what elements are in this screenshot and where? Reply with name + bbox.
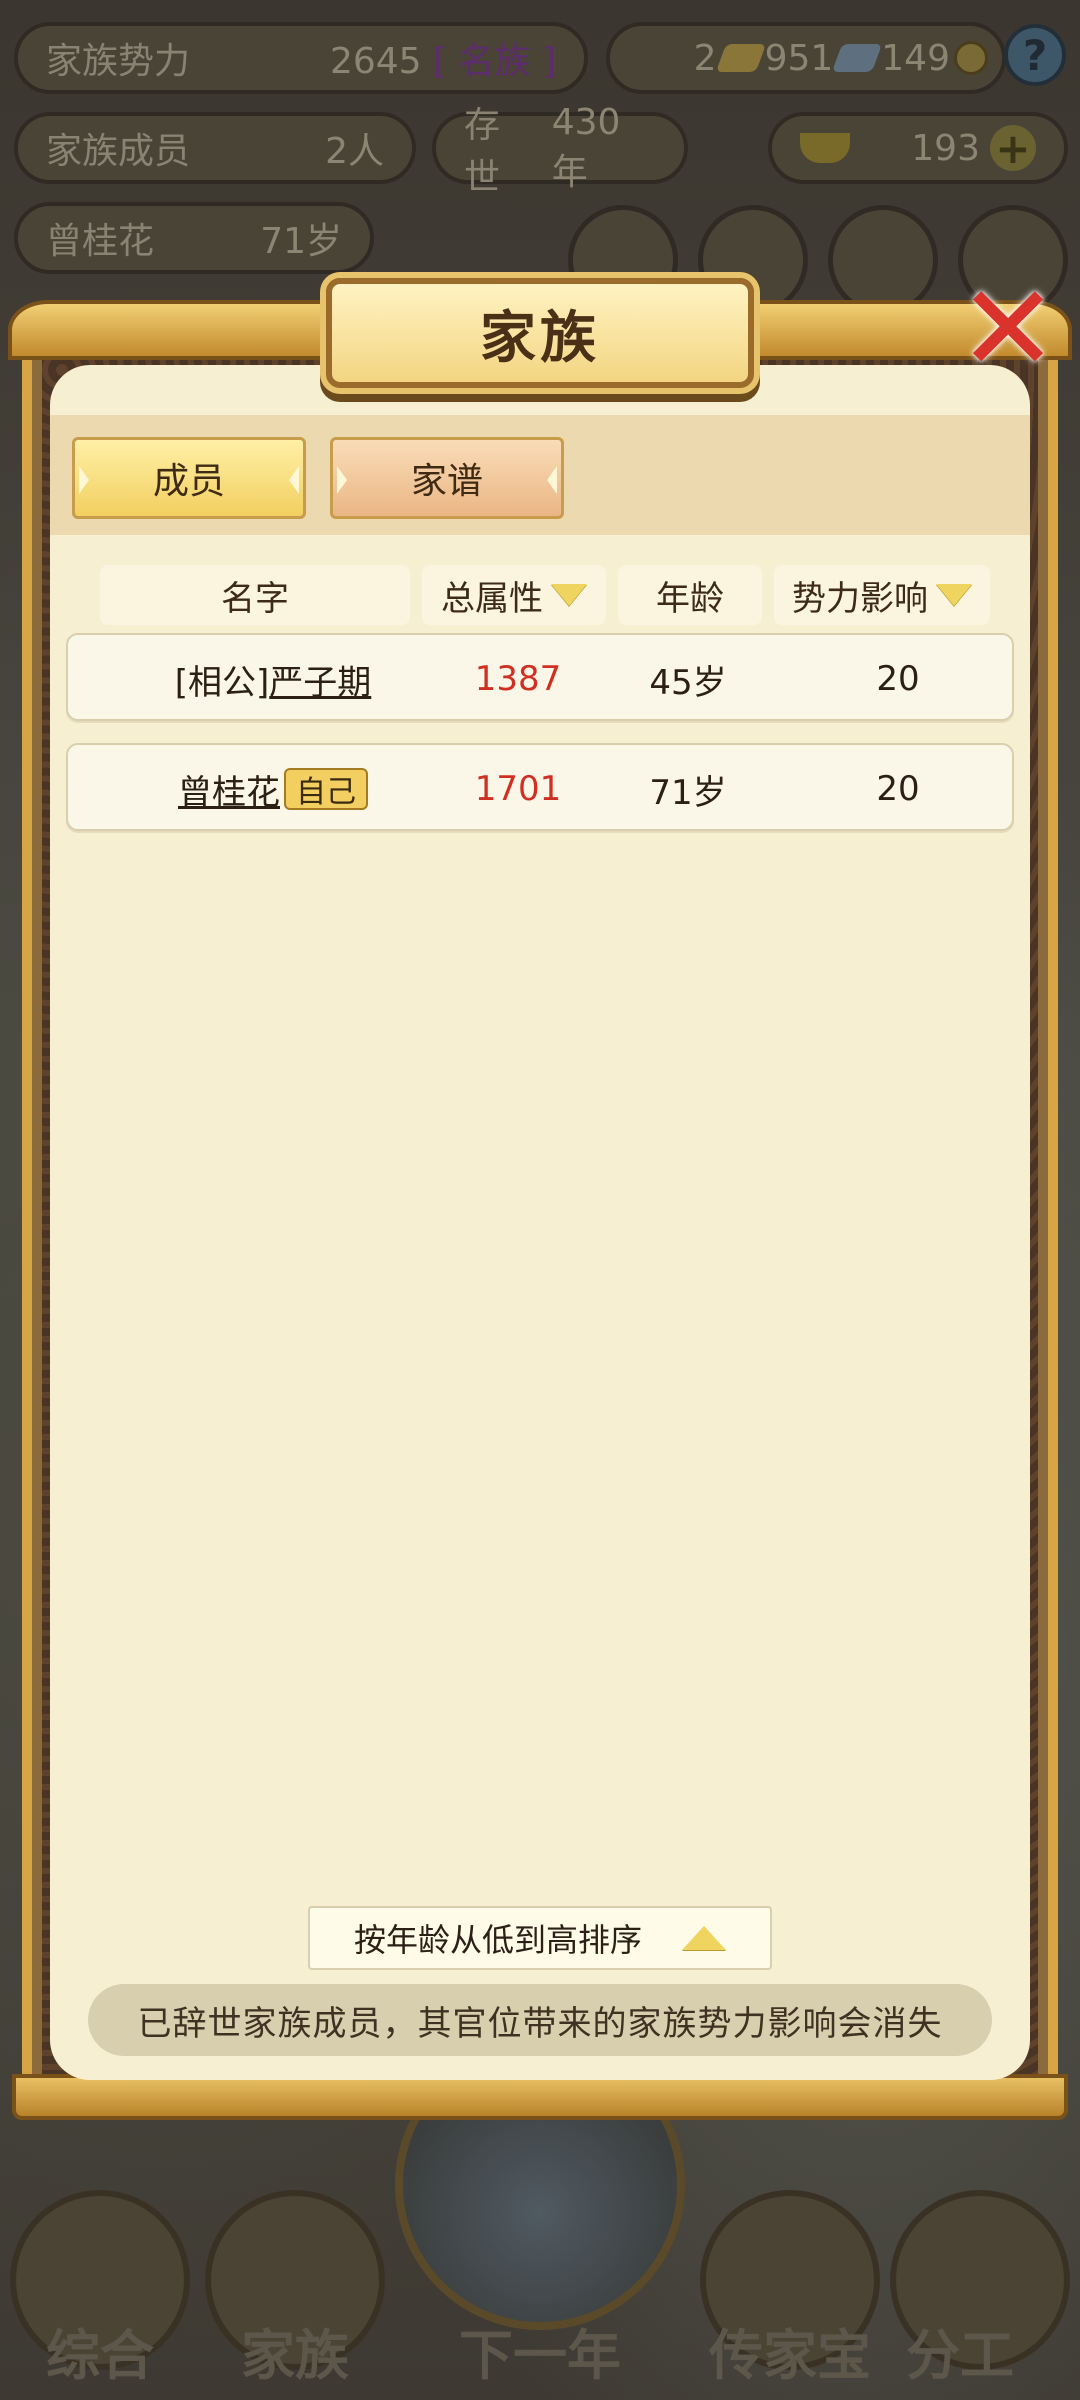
silver-count: 951 xyxy=(764,37,834,79)
member-influence: 20 xyxy=(876,659,920,699)
member-age: 45岁 xyxy=(649,662,727,703)
sort-desc-icon xyxy=(551,584,587,606)
modal-title: 家族 xyxy=(326,278,754,388)
family-power-value: 2645 xyxy=(329,41,422,82)
column-total-attr-header[interactable]: 总属性 xyxy=(422,565,606,625)
current-member-name: 曾桂花 xyxy=(46,221,155,262)
table-row[interactable]: 曾桂花 自己 1701 71岁 20 xyxy=(66,743,1014,831)
modal-content: 成员 家谱 名字 总属性 年龄 势力影响 [相公] 严子期 1387 45岁 2… xyxy=(50,365,1030,2080)
bottom-navigation: 综合 家族 下一年 传家宝 分工 xyxy=(0,2040,1080,2400)
existence-bar: 存世 430年 xyxy=(432,102,688,198)
family-power-label: 家族势力 xyxy=(46,41,191,82)
deceased-notice: 已辞世家族成员，其官位带来的家族势力影响会消失 xyxy=(88,1984,992,2056)
family-modal: 家族 ✕ 成员 家谱 名字 总属性 年龄 势力影响 [相公] 严子期 1387 … xyxy=(8,270,1072,2120)
member-age: 71岁 xyxy=(649,772,727,813)
member-name-cell: [相公] 严子期 xyxy=(68,635,478,723)
members-value: 2人 xyxy=(325,131,384,172)
silver-bar-icon xyxy=(832,44,883,72)
member-total-attr: 1387 xyxy=(474,659,562,699)
sort-order-label: 按年龄从低到高排序 xyxy=(353,1921,642,1959)
table-header: 名字 总属性 年龄 势力影响 xyxy=(100,565,994,625)
family-power-rank: [ 名族 ] xyxy=(433,41,556,82)
tab-strip: 成员 家谱 xyxy=(50,415,1030,535)
copper-count: 149 xyxy=(881,37,950,79)
next-year-label: 下一年 xyxy=(459,2324,621,2387)
modal-bottom-ornament xyxy=(12,2074,1068,2120)
current-member-age: 71岁 xyxy=(260,221,342,262)
tab-members[interactable]: 成员 xyxy=(72,437,306,519)
gold-ingot-icon xyxy=(800,133,850,163)
tab-family-tree[interactable]: 家谱 xyxy=(330,437,564,519)
current-member-bar: 曾桂花 71岁 xyxy=(14,202,374,274)
family-nav-label: 家族 xyxy=(241,2324,349,2387)
sort-desc-icon xyxy=(936,584,972,606)
member-list: [相公] 严子期 1387 45岁 20 曾桂花 自己 1701 71岁 20 xyxy=(66,633,1014,853)
member-name-cell: 曾桂花 自己 xyxy=(68,745,478,833)
help-button[interactable]: ? xyxy=(1004,24,1066,86)
self-badge: 自己 xyxy=(284,768,368,810)
sort-order-button[interactable]: 按年龄从低到高排序 xyxy=(308,1906,772,1970)
ingot-count: 193 xyxy=(911,127,980,169)
column-age-header[interactable]: 年龄 xyxy=(618,565,762,625)
gold-bar-icon xyxy=(715,44,766,72)
division-nav-label: 分工 xyxy=(906,2324,1014,2387)
member-influence: 20 xyxy=(876,769,920,809)
existence-value: 430年 xyxy=(551,101,621,193)
member-name-link[interactable]: 严子期 xyxy=(269,655,371,704)
gold-count: 2 xyxy=(693,37,717,79)
copper-coin-icon xyxy=(954,41,988,75)
close-icon[interactable]: ✕ xyxy=(948,270,1068,390)
member-total-attr: 1701 xyxy=(474,769,562,809)
family-power-bar: 家族势力 2645 [ 名族 ] xyxy=(14,22,588,94)
member-name-link[interactable]: 曾桂花 xyxy=(178,765,280,814)
member-relation: [相公] xyxy=(174,662,270,703)
ingot-bar: 193 + xyxy=(768,112,1068,184)
column-name-header: 名字 xyxy=(100,565,410,625)
existence-label: 存世 xyxy=(464,105,501,198)
tab-family-tree-label: 家谱 xyxy=(410,461,483,502)
members-label: 家族成员 xyxy=(46,131,191,172)
currency-bar: 2 951 149 xyxy=(606,22,1006,94)
family-members-bar: 家族成员 2人 xyxy=(14,112,416,184)
general-nav-label: 综合 xyxy=(46,2324,154,2387)
add-ingot-button[interactable]: + xyxy=(990,124,1036,173)
column-influence-header[interactable]: 势力影响 xyxy=(774,565,990,625)
table-row[interactable]: [相公] 严子期 1387 45岁 20 xyxy=(66,633,1014,721)
tab-members-label: 成员 xyxy=(152,461,225,502)
sort-asc-icon xyxy=(682,1926,726,1950)
